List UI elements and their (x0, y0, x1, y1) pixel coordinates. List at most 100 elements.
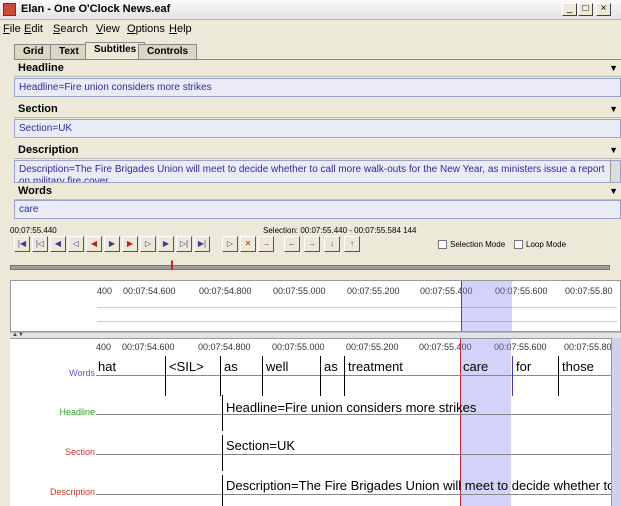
current-time: 00:07:55.440 (10, 226, 57, 235)
ruler-label: 400 (96, 342, 112, 352)
triangle-down-icon[interactable]: ▼ (609, 63, 618, 73)
section-header-label: Section (18, 103, 58, 115)
section-header[interactable]: Section ▼ (14, 101, 621, 118)
description-scrollbar[interactable] (610, 161, 620, 182)
tier-line-words (96, 375, 611, 376)
prev-pixel-icon[interactable]: ◁ (68, 236, 84, 252)
triangle-down-icon[interactable]: ▼ (609, 104, 618, 114)
ruler-track (97, 307, 617, 308)
description-value: Description=The Fire Brigades Union will… (14, 160, 621, 183)
headline-header[interactable]: Headline ▼ (14, 60, 621, 77)
media-slider-track[interactable] (10, 265, 610, 270)
maximize-button[interactable]: □ (578, 3, 593, 16)
elan-app-icon (3, 3, 16, 16)
word-annotation[interactable]: well (266, 359, 288, 374)
tab-subtitles[interactable]: Subtitles (85, 42, 146, 60)
arrow-right-icon[interactable]: → (304, 236, 320, 252)
headline-annotation[interactable]: Headline=Fire union considers more strik… (226, 400, 476, 415)
word-annotation[interactable]: those (562, 359, 594, 374)
selection-mode-label: Selection Mode (450, 240, 506, 249)
ruler-label: 00:07:54.600 (122, 342, 175, 352)
selection-mode-checkbox[interactable] (438, 240, 447, 249)
description-header[interactable]: Description ▼ (14, 142, 621, 159)
step-forward-icon[interactable]: ▶ (158, 236, 174, 252)
subtitles-panel: Headline ▼ Headline=Fire union considers… (14, 59, 621, 220)
next-pixel-icon[interactable]: ▷ (140, 236, 156, 252)
word-annotation[interactable]: hat (98, 359, 116, 374)
tier-label-words[interactable]: Words (10, 368, 95, 378)
ruler-label: 00:07:55.200 (346, 342, 399, 352)
window-title: Elan - One O'Clock News.eaf (21, 3, 171, 15)
word-annotation[interactable]: <SIL> (169, 359, 204, 374)
word-boundary (220, 356, 221, 396)
selection-region[interactable] (462, 281, 512, 331)
word-annotation[interactable]: for (516, 359, 531, 374)
ruler-label: 00:07:54.800 (198, 342, 251, 352)
loop-mode-checkbox[interactable] (514, 240, 523, 249)
tier-line-section (96, 454, 611, 455)
words-value: care (14, 200, 621, 219)
clear-selection-icon[interactable]: ✕ (240, 236, 256, 252)
menu-edit[interactable]: Edit (24, 23, 43, 35)
annotation-vertical-scrollbar[interactable] (611, 338, 621, 506)
selection-boundary-icon[interactable]: → (258, 236, 274, 252)
tier-line-description (96, 494, 611, 495)
annotation-boundary (222, 435, 223, 471)
word-boundary (558, 356, 559, 396)
ruler-label: 00:07:55.000 (272, 342, 325, 352)
arrow-up-icon[interactable]: ↑ (344, 236, 360, 252)
words-header[interactable]: Words ▼ (14, 183, 621, 200)
tier-label-headline[interactable]: Headline (10, 407, 95, 417)
menu-help[interactable]: Help (169, 23, 192, 35)
word-annotation-selected[interactable]: care (463, 359, 488, 374)
menu-file[interactable]: File (3, 23, 21, 35)
section-annotation[interactable]: Section=UK (226, 438, 295, 453)
next-boundary-icon[interactable]: ▶ (122, 236, 138, 252)
description-header-label: Description (18, 144, 79, 156)
prev-boundary-icon[interactable]: ◀ (86, 236, 102, 252)
triangle-down-icon[interactable]: ▼ (609, 186, 618, 196)
word-boundary (512, 356, 513, 396)
go-to-end-icon[interactable]: ▶| (194, 236, 210, 252)
word-annotation[interactable]: as (324, 359, 338, 374)
prev-frame-icon[interactable]: |◁ (32, 236, 48, 252)
words-header-label: Words (18, 185, 53, 197)
media-slider-cursor-icon[interactable]: I (170, 258, 174, 272)
tab-controls[interactable]: Controls (138, 44, 198, 59)
timeline-ruler-panel: 400 00:07:54.600 00:07:54.800 00:07:55.0… (10, 280, 621, 332)
next-frame-icon[interactable]: ▷| (176, 236, 192, 252)
close-button[interactable]: × (596, 3, 611, 16)
step-back-icon[interactable]: ◀ (50, 236, 66, 252)
title-bar: Elan - One O'Clock News.eaf _ □ × (0, 0, 621, 20)
description-text: Description=The Fire Brigades Union will… (19, 164, 605, 183)
word-annotation[interactable]: as (224, 359, 238, 374)
loop-mode-label: Loop Mode (526, 240, 567, 249)
menu-search[interactable]: Search (53, 23, 88, 35)
ruler-label: 00:07:55.200 (347, 286, 400, 296)
menu-bar: File Edit Search View Options Help (0, 20, 621, 39)
ruler-label: 00:07:55.80 (565, 286, 613, 296)
play-selection-icon[interactable]: ▷ (222, 236, 238, 252)
triangle-down-icon[interactable]: ▼ (609, 145, 618, 155)
headline-header-label: Headline (18, 62, 64, 74)
tier-label-description[interactable]: Description (10, 487, 95, 497)
annotation-boundary (222, 395, 223, 431)
arrow-down-icon[interactable]: ↓ (324, 236, 340, 252)
tier-label-section[interactable]: Section (10, 447, 95, 457)
play-icon[interactable]: ▶ (104, 236, 120, 252)
go-to-begin-icon[interactable]: |◀ (14, 236, 30, 252)
tab-text[interactable]: Text (50, 44, 88, 59)
ruler-label: 00:07:54.800 (199, 286, 252, 296)
selection-info: Selection: 00:07:55.440 - 00:07:55.584 1… (263, 226, 417, 235)
arrow-left-icon[interactable]: ← (284, 236, 300, 252)
media-cursor-line (461, 281, 462, 331)
description-annotation[interactable]: Description=The Fire Brigades Union will… (226, 478, 614, 493)
menu-view[interactable]: View (96, 23, 120, 35)
minimize-button[interactable]: _ (562, 3, 577, 16)
word-annotation[interactable]: treatment (348, 359, 403, 374)
ruler-label: 400 (97, 286, 113, 296)
ruler-label: 00:07:55.000 (273, 286, 326, 296)
word-boundary (320, 356, 321, 396)
tab-grid[interactable]: Grid (14, 44, 53, 59)
menu-options[interactable]: Options (127, 23, 165, 35)
